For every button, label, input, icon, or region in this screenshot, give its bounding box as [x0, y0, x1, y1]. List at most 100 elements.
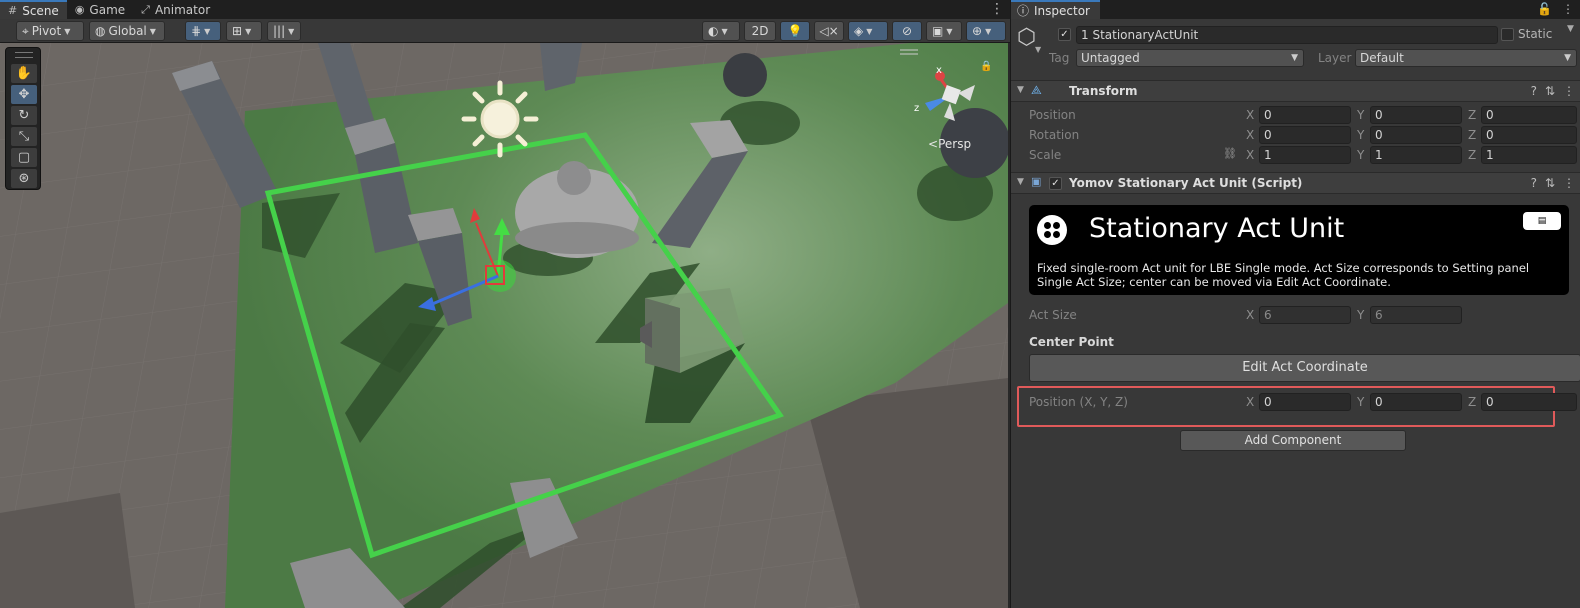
toggle-2d-button[interactable]: 2D — [744, 21, 776, 41]
transform-tool-button[interactable]: ⊛ — [11, 169, 37, 188]
tag-label: Tag — [1049, 51, 1070, 65]
foldout-arrow-icon[interactable]: ▼ — [1017, 85, 1024, 95]
inspector-tabbar: ⓘ Inspector 🔓 ⋮ — [1011, 0, 1580, 19]
film-reel-icon — [1037, 215, 1067, 245]
more-vertical-icon[interactable]: ⋮ — [1563, 84, 1575, 98]
axis-y-label: Y — [1357, 308, 1365, 322]
scale-z-field[interactable]: 1 — [1481, 146, 1577, 164]
scene-viewport[interactable]: x z 🔒 — [0, 43, 1008, 608]
tag-dropdown[interactable]: Untagged ▼ — [1076, 49, 1304, 67]
tab-game-label: Game — [89, 2, 126, 17]
preset-icon[interactable]: ⇅ — [1545, 176, 1555, 190]
grid-snap-button[interactable]: ⋕ ▼ — [185, 21, 221, 41]
scale-tool-button[interactable]: ⤡ — [11, 127, 37, 146]
position-label: Position — [1029, 108, 1076, 122]
tab-game[interactable]: ◉ Game — [67, 0, 133, 19]
center-position-y-field[interactable]: 0 — [1370, 393, 1462, 411]
position-y-field[interactable]: 0 — [1370, 106, 1462, 124]
center-position-z-field[interactable]: 0 — [1481, 393, 1577, 411]
move-arrows-icon: ✥ — [18, 87, 30, 102]
ruler-button[interactable]: ||| ▼ — [267, 21, 301, 41]
transform-title: Transform — [1069, 84, 1138, 98]
chevron-down-icon: ▼ — [866, 26, 873, 36]
static-checkbox[interactable] — [1501, 28, 1514, 41]
more-vertical-icon[interactable]: ⋮ — [990, 1, 1004, 17]
position-z-field[interactable]: 0 — [1481, 106, 1577, 124]
lock-icon[interactable]: 🔒 — [980, 60, 992, 72]
scale-icon: ⤡ — [18, 129, 30, 144]
tab-animator[interactable]: ⤢ Animator — [133, 0, 218, 19]
hand-tool-button[interactable]: ✋ — [11, 64, 37, 83]
act-size-x-field: 6 — [1259, 306, 1351, 324]
active-checkbox[interactable]: ✓ — [1058, 28, 1071, 41]
tab-scene[interactable]: # Scene — [0, 0, 67, 19]
chevron-down-icon: ▼ — [1564, 53, 1571, 63]
draw-mode-dropdown[interactable]: ◐ ▼ — [702, 21, 740, 41]
info-icon: ⓘ — [1017, 4, 1030, 18]
rotation-z-field[interactable]: 0 — [1481, 126, 1577, 144]
scale-x-field[interactable]: 1 — [1259, 146, 1351, 164]
camera-dropdown[interactable]: ▣ ▼ — [926, 21, 962, 41]
rotate-tool-button[interactable]: ↻ — [11, 106, 37, 125]
position-x-field[interactable]: 0 — [1259, 106, 1351, 124]
chevron-down-icon[interactable]: ▼ — [1567, 24, 1574, 34]
effects-dropdown[interactable]: ◈ ▼ — [848, 21, 888, 41]
visibility-toggle-button[interactable]: ⊘ — [892, 21, 922, 41]
global-label: Global — [108, 24, 147, 38]
banner-title: Stationary Act Unit — [1089, 213, 1345, 244]
help-icon[interactable]: ? — [1531, 84, 1537, 98]
object-name-field[interactable]: 1 StationaryActUnit — [1076, 26, 1498, 44]
script-component-header[interactable]: ▼ ▣ ✓ Yomov Stationary Act Unit (Script)… — [1011, 172, 1580, 194]
grid-icon: # — [8, 4, 18, 17]
more-vertical-icon[interactable]: ⋮ — [1563, 176, 1575, 190]
gamepad-icon: ◉ — [74, 3, 85, 16]
chevron-down-icon: ▼ — [1291, 53, 1298, 63]
transform-icon: ⊛ — [18, 171, 30, 186]
increment-snap-button[interactable]: ⊞ ▼ — [226, 21, 262, 41]
axis-x-label: X — [1246, 108, 1255, 122]
tab-animator-label: Animator — [154, 2, 211, 17]
tab-inspector[interactable]: ⓘ Inspector — [1011, 0, 1100, 19]
gizmo-z-label: z — [914, 103, 919, 114]
scene-tabbar: # Scene ◉ Game ⤢ Animator ⋮ — [0, 0, 1010, 19]
gizmo-globe-icon: ⊕ — [972, 24, 983, 38]
projection-label[interactable]: <Persp — [928, 137, 971, 151]
palette-grip-icon[interactable] — [15, 52, 33, 58]
increment-snap-icon: ⊞ — [232, 24, 243, 38]
scale-y-field[interactable]: 1 — [1370, 146, 1462, 164]
scene-toolbar: ⌖ Pivot ▼ ◍ Global ▼ ⋕ ▼ ⊞ ▼ ||| ▼ ◐ ▼ 2… — [0, 19, 1010, 43]
transform-header[interactable]: ▼ ⟁ Transform ? ⇅ ⋮ — [1011, 80, 1580, 102]
axis-x-label: X — [1246, 308, 1255, 322]
layer-dropdown[interactable]: Default ▼ — [1355, 49, 1577, 67]
lock-icon[interactable]: 🔓 — [1537, 2, 1552, 16]
rect-tool-button[interactable]: ▢ — [11, 148, 37, 167]
banner-description: Fixed single-room Act unit for LBE Singl… — [1037, 261, 1530, 289]
layer-value: Default — [1360, 51, 1404, 65]
rotate-icon: ↻ — [18, 108, 30, 123]
foldout-arrow-icon[interactable]: ▼ — [1017, 177, 1024, 187]
tag-value: Untagged — [1081, 51, 1140, 65]
edit-act-coordinate-button[interactable]: Edit Act Coordinate — [1029, 354, 1580, 382]
rotation-x-field[interactable]: 0 — [1259, 126, 1351, 144]
axis-y-label: Y — [1357, 108, 1365, 122]
documentation-icon[interactable]: ▤ — [1523, 212, 1561, 230]
chevron-down-icon: ▼ — [64, 26, 71, 36]
audio-toggle-button[interactable]: ◁× — [814, 21, 844, 41]
gizmos-dropdown[interactable]: ⊕ ▼ — [966, 21, 1006, 41]
script-enabled-checkbox[interactable]: ✓ — [1049, 177, 1062, 190]
rotation-y-field[interactable]: 0 — [1370, 126, 1462, 144]
scene-panel: # Scene ◉ Game ⤢ Animator ⋮ ⌖ Pivot ▼ ◍ … — [0, 0, 1010, 608]
add-component-button[interactable]: Add Component — [1180, 430, 1406, 451]
global-dropdown[interactable]: ◍ Global ▼ — [89, 21, 165, 41]
center-position-x-field[interactable]: 0 — [1259, 393, 1351, 411]
axis-x-label: X — [1246, 128, 1255, 142]
help-icon[interactable]: ? — [1531, 176, 1537, 190]
scene-render: x z 🔒 — [0, 43, 1008, 608]
move-tool-button[interactable]: ✥ — [11, 85, 37, 104]
link-constrain-icon[interactable]: ⛓ — [1223, 147, 1237, 160]
lighting-toggle-button[interactable]: 💡 — [780, 21, 810, 41]
pivot-dropdown[interactable]: ⌖ Pivot ▼ — [16, 21, 84, 41]
more-vertical-icon[interactable]: ⋮ — [1562, 2, 1574, 16]
preset-icon[interactable]: ⇅ — [1545, 84, 1555, 98]
chevron-down-icon[interactable]: ▼ — [1035, 45, 1041, 54]
